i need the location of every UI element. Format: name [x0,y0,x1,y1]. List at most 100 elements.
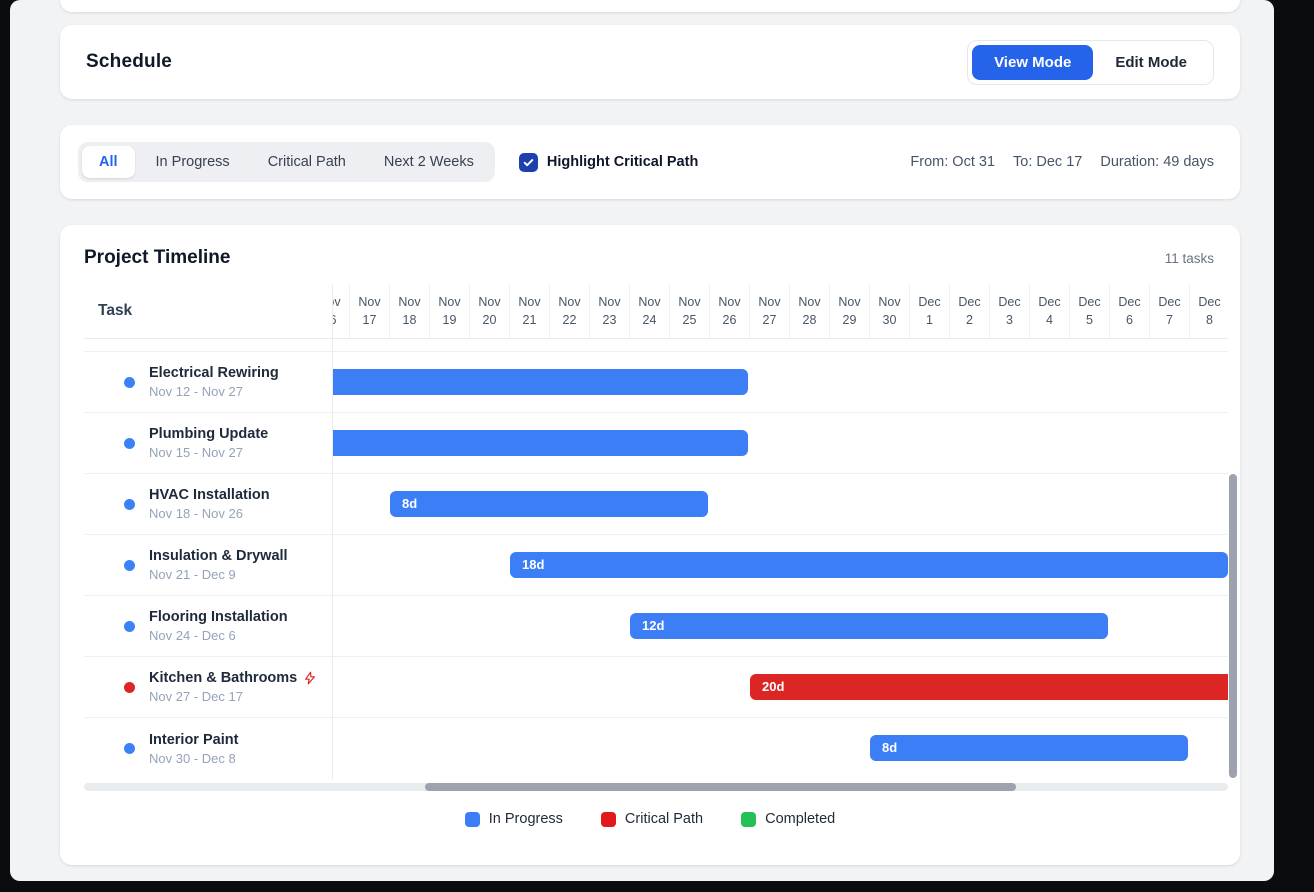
vertical-scrollbar[interactable] [1229,474,1237,778]
filter-tab-next-2-weeks[interactable]: Next 2 Weeks [367,146,491,178]
top-partial-card [60,0,1240,12]
task-name: HVAC Installation [149,487,270,503]
task-status-dot [124,682,135,693]
task-bar-lane: 18d [333,535,1228,595]
task-bar-lane [333,352,1228,412]
date-range-info: From: Oct 31 To: Dec 17 Duration: 49 day… [910,154,1214,170]
task-info-insulation-drywall: Insulation & Drywall Nov 21 - Dec 9 [84,535,333,595]
app-canvas: Schedule View Mode Edit Mode AllIn Progr… [10,0,1274,881]
filter-tab-group: AllIn ProgressCritical PathNext 2 Weeks [78,142,495,182]
task-dates: Nov 15 - Nov 27 [149,445,268,460]
date-column-nov-17: Nov17 [350,284,390,338]
task-dates: Nov 30 - Dec 8 [149,751,238,766]
task-info-kitchen-bathrooms: Kitchen & Bathrooms Nov 27 - Dec 17 [84,657,333,717]
filter-bar-card: AllIn ProgressCritical PathNext 2 Weeks … [60,125,1240,199]
task-bar-lane: 20d [333,657,1228,717]
task-name: Plumbing Update [149,426,268,442]
checkbox-checked-icon[interactable] [519,153,538,172]
bar-duration-label: 18d [522,557,544,572]
task-bar-lane: 8d [333,718,1228,779]
legend-item-completed: Completed [741,811,835,827]
date-column-nov-16: Nov16 [333,284,350,338]
task-row-kitchen-bathrooms: Kitchen & Bathrooms Nov 27 - Dec 17 20d [84,657,1228,718]
bar-duration-label: 12d [642,618,664,633]
date-column-nov-30: Nov30 [870,284,910,338]
gantt-bar-electrical-rewiring[interactable] [333,369,748,395]
task-info-interior-paint: Interior PaintNov 30 - Dec 8 [84,718,333,779]
task-name: Insulation & Drywall [149,548,288,564]
gantt-bar-plumbing-update[interactable] [333,430,748,456]
legend-label: Critical Path [625,811,703,827]
range-from: From: Oct 31 [910,154,995,170]
legend-item-critical-path: Critical Path [601,811,703,827]
view-mode-button[interactable]: View Mode [972,45,1093,80]
task-row-insulation-drywall: Insulation & Drywall Nov 21 - Dec 9 18d [84,535,1228,596]
schedule-header-card: Schedule View Mode Edit Mode [60,25,1240,99]
highlight-critical-path-toggle[interactable]: Highlight Critical Path [519,153,698,172]
date-column-nov-19: Nov19 [430,284,470,338]
gantt-bar-flooring-installation[interactable]: 12d [630,613,1108,639]
task-info-electrical-rewiring: Electrical RewiringNov 12 - Nov 27 [84,352,333,412]
date-column-dec-4: Dec4 [1030,284,1070,338]
range-to: To: Dec 17 [1013,154,1082,170]
date-column-nov-29: Nov29 [830,284,870,338]
date-column-nov-21: Nov21 [510,284,550,338]
filter-tab-in-progress[interactable]: In Progress [139,146,247,178]
date-column-nov-18: Nov18 [390,284,430,338]
date-column-nov-25: Nov25 [670,284,710,338]
task-status-dot [124,560,135,571]
date-column-nov-22: Nov22 [550,284,590,338]
task-info-flooring-installation: Flooring Installation Nov 24 - Dec 6 [84,596,333,656]
task-status-dot [124,743,135,754]
gantt-bar-insulation-drywall[interactable]: 18d [510,552,1228,578]
checkbox-label: Highlight Critical Path [547,154,698,170]
legend-swatch-in-progress [465,812,480,827]
status-legend: In Progress Critical Path Completed [60,811,1240,827]
date-column-nov-20: Nov20 [470,284,510,338]
task-name: Flooring Installation [149,609,288,625]
task-bar-lane: 12d [333,596,1228,656]
legend-swatch-completed [741,812,756,827]
date-column-nov-23: Nov23 [590,284,630,338]
filter-tab-critical-path[interactable]: Critical Path [251,146,363,178]
project-timeline-card: Project Timeline 11 tasks Task Nov16Nov1… [60,225,1240,865]
task-dates: Nov 21 - Dec 9 [149,567,288,582]
date-column-dec-7: Dec7 [1150,284,1190,338]
bar-duration-label: 8d [402,496,417,511]
date-column-dec-5: Dec5 [1070,284,1110,338]
gantt-bar-hvac-installation[interactable]: 8d [390,491,708,517]
date-column-nov-26: Nov26 [710,284,750,338]
task-info-plumbing-update: Plumbing Update Nov 15 - Nov 27 [84,413,333,473]
task-count: 11 tasks [1165,251,1214,266]
task-row-interior-paint: Interior PaintNov 30 - Dec 8 8d [84,718,1228,779]
timeline-header: Project Timeline 11 tasks [60,247,1240,269]
legend-label: In Progress [489,811,563,827]
task-status-dot [124,377,135,388]
gantt-rows: Electrical RewiringNov 12 - Nov 27Plumbi… [84,352,1228,779]
date-columns: Nov16Nov17Nov18Nov19Nov20Nov21Nov22Nov23… [333,284,1228,338]
task-info-hvac-installation: HVAC InstallationNov 18 - Nov 26 [84,474,333,534]
task-status-dot [124,438,135,449]
task-row-electrical-rewiring: Electrical RewiringNov 12 - Nov 27 [84,352,1228,413]
legend-swatch-critical-path [601,812,616,827]
gantt-bar-kitchen-bathrooms[interactable]: 20d [750,674,1228,700]
edit-mode-button[interactable]: Edit Mode [1093,45,1209,80]
gantt-header-row: Task Nov16Nov17Nov18Nov19Nov20Nov21Nov22… [84,284,1228,339]
horizontal-scrollbar-thumb[interactable] [425,783,1016,791]
legend-item-in-progress: In Progress [465,811,563,827]
date-column-dec-8: Dec8 [1190,284,1228,338]
gantt-chart: Task Nov16Nov17Nov18Nov19Nov20Nov21Nov22… [84,284,1228,791]
filter-tab-all[interactable]: All [82,146,135,178]
gantt-bar-interior-paint[interactable]: 8d [870,735,1188,761]
task-status-dot [124,621,135,632]
mode-toggle: View Mode Edit Mode [967,40,1214,85]
date-column-nov-28: Nov28 [790,284,830,338]
date-column-dec-6: Dec6 [1110,284,1150,338]
bar-duration-label: 8d [882,740,897,755]
bar-duration-label: 20d [762,679,784,694]
task-dates: Nov 27 - Dec 17 [149,689,317,704]
horizontal-scrollbar-track[interactable] [84,783,1228,791]
task-name: Kitchen & Bathrooms [149,670,317,686]
task-dates: Nov 24 - Dec 6 [149,628,288,643]
task-row-hvac-installation: HVAC InstallationNov 18 - Nov 26 8d [84,474,1228,535]
